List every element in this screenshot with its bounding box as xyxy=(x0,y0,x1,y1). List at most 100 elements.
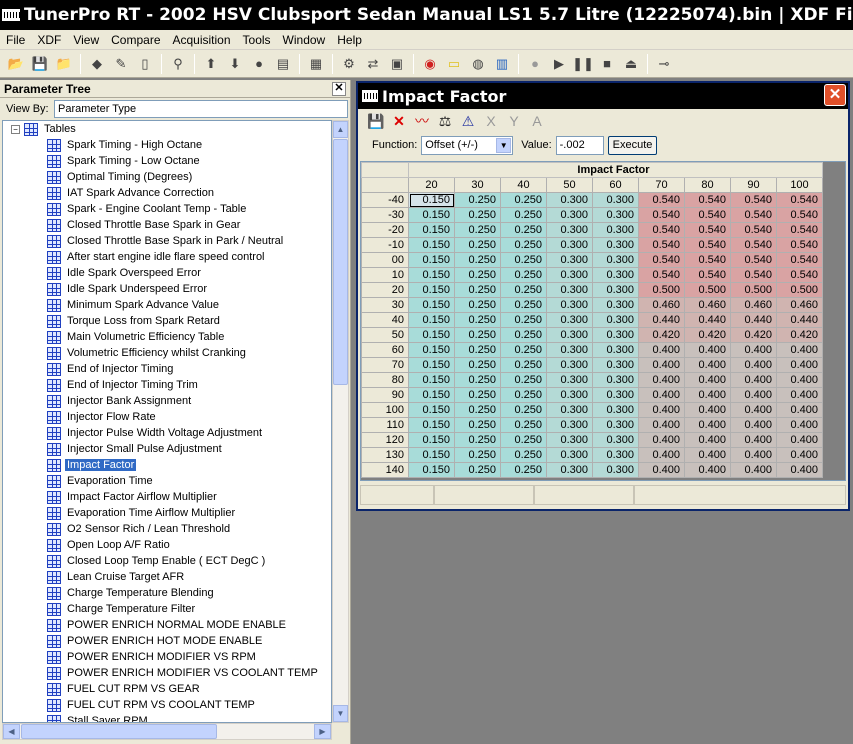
table-cell[interactable]: 0.540 xyxy=(684,252,731,268)
save-icon[interactable]: 💾 xyxy=(366,111,386,131)
table-cell[interactable]: 0.400 xyxy=(730,402,777,418)
tree-item[interactable]: Optimal Timing (Degrees) xyxy=(3,169,331,185)
chip-icon[interactable]: ▦ xyxy=(306,54,326,74)
tree-item[interactable]: Evaporation Time Airflow Multiplier xyxy=(3,505,331,521)
row-header[interactable]: 80 xyxy=(361,372,409,388)
swap-icon[interactable]: ⇄ xyxy=(363,54,383,74)
text-a-icon[interactable]: A xyxy=(527,111,547,131)
table-cell[interactable]: 0.150 xyxy=(408,252,455,268)
table-cell[interactable]: 0.300 xyxy=(592,402,639,418)
close-icon[interactable]: ✕ xyxy=(332,81,346,96)
table-cell[interactable]: 0.300 xyxy=(546,387,593,403)
table-cell[interactable]: 0.250 xyxy=(454,312,501,328)
table-cell[interactable]: 0.300 xyxy=(546,462,593,478)
table-cell[interactable]: 0.300 xyxy=(592,327,639,343)
table-cell[interactable]: 0.400 xyxy=(776,387,823,403)
table-cell[interactable]: 0.400 xyxy=(684,447,731,463)
text-y-icon[interactable]: Y xyxy=(504,111,524,131)
tree-item[interactable]: Stall Saver RPM xyxy=(3,713,331,722)
table-cell[interactable]: 0.400 xyxy=(730,372,777,388)
text-x-icon[interactable]: X xyxy=(481,111,501,131)
row-header[interactable]: -40 xyxy=(361,192,409,208)
table-cell[interactable]: 0.400 xyxy=(730,462,777,478)
table-cell[interactable]: 0.400 xyxy=(776,432,823,448)
table-cell[interactable]: 0.250 xyxy=(500,387,547,403)
table-cell[interactable]: 0.300 xyxy=(546,282,593,298)
table-cell[interactable]: 0.400 xyxy=(730,342,777,358)
table-cell[interactable]: 0.400 xyxy=(684,372,731,388)
table-cell[interactable]: 0.300 xyxy=(546,417,593,433)
table-cell[interactable]: 0.400 xyxy=(684,402,731,418)
table-cell[interactable]: 0.250 xyxy=(500,297,547,313)
table-cell[interactable]: 0.300 xyxy=(592,372,639,388)
table-cell[interactable]: 0.540 xyxy=(776,252,823,268)
table-cell[interactable]: 0.250 xyxy=(500,342,547,358)
table-cell[interactable]: 0.250 xyxy=(454,342,501,358)
table-cell[interactable]: 0.250 xyxy=(500,252,547,268)
table-cell[interactable]: 0.400 xyxy=(730,447,777,463)
column-header[interactable]: 100 xyxy=(776,177,823,193)
table-cell[interactable]: 0.150 xyxy=(408,372,455,388)
table-cell[interactable]: 0.400 xyxy=(638,432,685,448)
table-cell[interactable]: 0.400 xyxy=(684,387,731,403)
table-cell[interactable]: 0.420 xyxy=(638,327,685,343)
tree-item[interactable]: Spark - Engine Coolant Temp - Table xyxy=(3,201,331,217)
table-cell[interactable]: 0.150 xyxy=(408,282,455,298)
tree-item[interactable]: Spark Timing - Low Octane xyxy=(3,153,331,169)
tree-item[interactable]: FUEL CUT RPM VS COOLANT TEMP xyxy=(3,697,331,713)
menu-acquisition[interactable]: Acquisition xyxy=(167,33,237,47)
table-cell[interactable]: 0.150 xyxy=(408,192,455,208)
down-arrow-icon[interactable]: ⬇ xyxy=(225,54,245,74)
table-cell[interactable]: 0.250 xyxy=(454,432,501,448)
table-cell[interactable]: 0.540 xyxy=(638,252,685,268)
table-cell[interactable]: 0.300 xyxy=(546,327,593,343)
tree-item[interactable]: Spark Timing - High Octane xyxy=(3,137,331,153)
tree-item[interactable]: POWER ENRICH HOT MODE ENABLE xyxy=(3,633,331,649)
table-cell[interactable]: 0.250 xyxy=(500,312,547,328)
table-cell[interactable]: 0.300 xyxy=(592,297,639,313)
table-cell[interactable]: 0.400 xyxy=(684,432,731,448)
table-cell[interactable]: 0.540 xyxy=(638,207,685,223)
view-by-select[interactable]: Parameter Type xyxy=(54,99,348,118)
table-cell[interactable]: 0.250 xyxy=(454,402,501,418)
table-cell[interactable]: 0.250 xyxy=(454,327,501,343)
table-cell[interactable]: 0.460 xyxy=(730,297,777,313)
menu-help[interactable]: Help xyxy=(331,33,368,47)
table-cell[interactable]: 0.540 xyxy=(638,267,685,283)
table-cell[interactable]: 0.540 xyxy=(730,252,777,268)
table-cell[interactable]: 0.540 xyxy=(730,237,777,253)
scroll-right-icon[interactable]: ▶ xyxy=(314,724,331,739)
table-cell[interactable]: 0.250 xyxy=(500,462,547,478)
table-cell[interactable]: 0.250 xyxy=(500,207,547,223)
table-cell[interactable]: 0.540 xyxy=(776,267,823,283)
table-cell[interactable]: 0.300 xyxy=(592,387,639,403)
table-cell[interactable]: 0.300 xyxy=(546,222,593,238)
table-cell[interactable]: 0.250 xyxy=(500,357,547,373)
row-header[interactable]: 70 xyxy=(361,357,409,373)
table-cell[interactable]: 0.400 xyxy=(776,462,823,478)
table-cell[interactable]: 0.540 xyxy=(638,192,685,208)
tree-item[interactable]: Main Volumetric Efficiency Table xyxy=(3,329,331,345)
table-cell[interactable]: 0.150 xyxy=(408,432,455,448)
table-cell[interactable]: 0.540 xyxy=(776,207,823,223)
table-cell[interactable]: 0.300 xyxy=(592,417,639,433)
row-header[interactable]: 130 xyxy=(361,447,409,463)
table-cell[interactable]: 0.150 xyxy=(408,462,455,478)
scroll-left-icon[interactable]: ◀ xyxy=(3,724,20,739)
table-cell[interactable]: 0.250 xyxy=(500,372,547,388)
tree-item[interactable]: POWER ENRICH MODIFIER VS COOLANT TEMP xyxy=(3,665,331,681)
table-cell[interactable]: 0.300 xyxy=(546,267,593,283)
table-cell[interactable]: 0.420 xyxy=(684,327,731,343)
table-cell[interactable]: 0.400 xyxy=(730,417,777,433)
table-cell[interactable]: 0.300 xyxy=(546,297,593,313)
tree-item[interactable]: Lean Cruise Target AFR xyxy=(3,569,331,585)
table-cell[interactable]: 0.500 xyxy=(684,282,731,298)
table-cell[interactable]: 0.250 xyxy=(500,222,547,238)
open-bin-icon[interactable]: 📁 xyxy=(54,54,74,74)
table-cell[interactable]: 0.540 xyxy=(684,192,731,208)
globe-icon[interactable]: ◍ xyxy=(468,54,488,74)
menu-tools[interactable]: Tools xyxy=(237,33,277,47)
table-cell[interactable]: 0.250 xyxy=(454,297,501,313)
table-cell[interactable]: 0.300 xyxy=(546,342,593,358)
tree-item[interactable]: Charge Temperature Blending xyxy=(3,585,331,601)
